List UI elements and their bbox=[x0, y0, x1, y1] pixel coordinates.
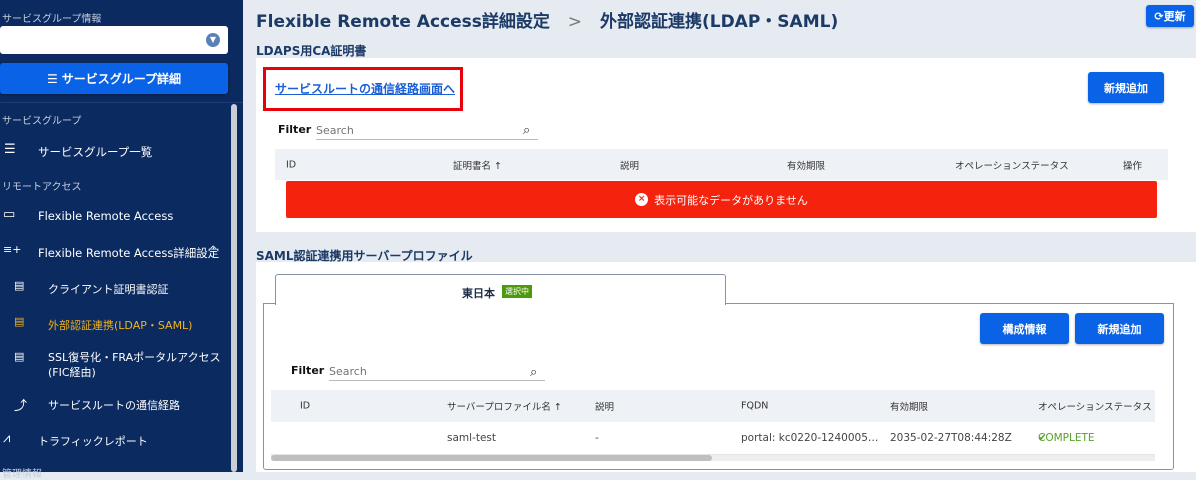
col-operation-status[interactable]: オペレーションステータス bbox=[1038, 399, 1152, 413]
menu-icon: ☰ bbox=[46, 71, 58, 86]
saml-search-input[interactable] bbox=[329, 363, 545, 381]
col-expiry[interactable]: 有効期限 bbox=[890, 399, 928, 413]
col-fqdn[interactable]: FQDN bbox=[741, 401, 768, 412]
ldaps-search-input[interactable] bbox=[316, 122, 538, 140]
playlist-add-icon: ≡+ bbox=[3, 243, 22, 256]
certificate-icon: ▤ bbox=[14, 279, 25, 292]
col-description[interactable]: 説明 bbox=[620, 158, 639, 172]
page-title: 外部認証連携(LDAP・SAML) bbox=[599, 12, 839, 32]
col-cert-name[interactable]: 証明書名 ↑ bbox=[453, 158, 502, 172]
col-id[interactable]: ID bbox=[300, 401, 310, 412]
service-route-link[interactable]: サービスルートの通信経路画面へ bbox=[275, 80, 455, 97]
col-profile-name[interactable]: サーバープロファイル名 ↑ bbox=[447, 399, 562, 413]
ldaps-table-header: ID 証明書名 ↑ 説明 有効期限 オペレーションステータス 操作 bbox=[275, 149, 1168, 180]
list-icon: ☰ bbox=[4, 142, 16, 157]
empty-data-alert: × 表示可能なデータがありません bbox=[286, 181, 1157, 218]
certificate-icon: ▤ bbox=[14, 350, 25, 363]
config-info-button[interactable]: 構成情報 bbox=[980, 313, 1069, 344]
refresh-icon: ⟳ bbox=[1154, 9, 1164, 23]
col-actions: 操作 bbox=[1123, 160, 1143, 172]
breadcrumb-separator: > bbox=[567, 12, 583, 32]
filter-label: Filter bbox=[278, 123, 312, 136]
col-id[interactable]: ID bbox=[286, 159, 296, 170]
saml-table-header: ID サーバープロファイル名 ↑ 説明 FQDN 有効期限 オペレーションステー… bbox=[271, 390, 1155, 422]
sidebar-scrollbar[interactable] bbox=[231, 104, 237, 472]
ldaps-section-title: LDAPS用CA証明書 bbox=[256, 44, 367, 58]
laptop-icon: ▭ bbox=[3, 207, 16, 222]
chevron-down-icon: ▼ bbox=[206, 33, 220, 47]
section-service-group: サービスグループ bbox=[2, 116, 82, 127]
search-icon[interactable]: ⌕ bbox=[530, 365, 537, 380]
selected-badge: 選択中 bbox=[502, 285, 532, 298]
tab-east-japan[interactable]: 東日本 選択中 bbox=[275, 274, 726, 305]
service-group-detail-button[interactable]: ☰ サービスグループ詳細 bbox=[0, 63, 228, 94]
filter-label: Filter bbox=[291, 364, 325, 377]
col-operation-status[interactable]: オペレーションステータス bbox=[955, 158, 1069, 172]
route-icon: ⤴ bbox=[14, 399, 28, 414]
col-description[interactable]: 説明 bbox=[595, 399, 614, 413]
saml-add-button[interactable]: 新規追加 bbox=[1075, 313, 1164, 344]
breadcrumb-parent[interactable]: Flexible Remote Access詳細設定 bbox=[256, 12, 550, 32]
section-management: 管理情報 bbox=[2, 469, 42, 480]
chevron-up-icon: ^ bbox=[209, 245, 218, 256]
chart-icon: ⩘ bbox=[3, 431, 11, 446]
col-expiry[interactable]: 有効期限 bbox=[787, 158, 825, 172]
table-row[interactable]: saml-test - portal: kc0220-1240005… 2035… bbox=[271, 422, 1155, 455]
sidebar: サービスグループ情報 ▼ ☰ サービスグループ詳細 サービスグループ ☰ サービス… bbox=[0, 0, 243, 480]
service-group-info-label: サービスグループ情報 bbox=[2, 14, 102, 25]
ldaps-add-button[interactable]: 新規追加 bbox=[1088, 72, 1164, 103]
search-icon[interactable]: ⌕ bbox=[523, 123, 530, 138]
section-remote-access: リモートアクセス bbox=[2, 182, 82, 193]
service-group-select[interactable]: ▼ bbox=[0, 26, 228, 54]
horizontal-scrollbar[interactable] bbox=[271, 455, 1155, 461]
error-icon: × bbox=[635, 193, 649, 206]
breadcrumb: Flexible Remote Access詳細設定 > 外部認証連携(LDAP… bbox=[256, 7, 838, 32]
refresh-button[interactable]: ⟳ 更新 bbox=[1146, 5, 1194, 27]
divider bbox=[0, 102, 243, 103]
certificate-icon: ▤ bbox=[14, 315, 25, 328]
scrollbar-thumb[interactable] bbox=[271, 455, 712, 461]
